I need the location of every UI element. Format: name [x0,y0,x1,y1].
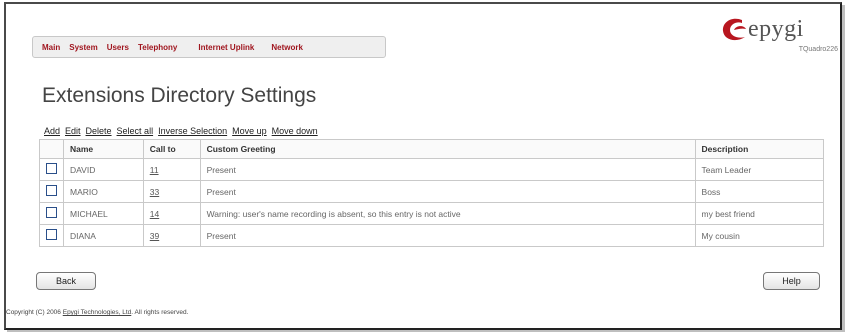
call-to-cell: 14 [142,202,201,225]
row-checkbox[interactable] [46,229,57,240]
back-button[interactable]: Back [36,272,96,290]
column-header-call-to: Call to [142,139,201,159]
menu-item-telephony[interactable]: Telephony [138,43,177,52]
call-to-cell: 39 [142,224,201,247]
select-all-link[interactable]: Select all [117,126,154,136]
table-row: DAVID 11 Present Team Leader [39,158,825,181]
column-header-description: Description [694,139,825,159]
table-header-row: Name Call to Custom Greeting Description [39,139,825,159]
name-cell: MICHAEL [63,202,144,225]
greeting-cell: Present [199,224,696,247]
menu-item-system[interactable]: System [69,43,97,52]
row-select-cell [39,202,64,225]
main-menu: Main System Users Telephony Internet Upl… [32,36,386,58]
page-title: Extensions Directory Settings [42,84,317,107]
greeting-cell: Warning: user's name recording is absent… [199,202,696,225]
description-cell: My cousin [694,224,825,247]
name-cell: DIANA [63,224,144,247]
help-button[interactable]: Help [763,272,820,290]
move-down-link[interactable]: Move down [272,126,318,136]
copyright-suffix: . All rights reserved. [131,309,189,316]
column-header-name: Name [63,139,144,159]
call-to-link[interactable]: 14 [150,209,159,219]
menu-item-internet-uplink[interactable]: Internet Uplink [198,43,254,52]
epygi-logo: epygi TQuadro226 [718,16,838,56]
app-frame: Main System Users Telephony Internet Upl… [4,2,842,330]
select-column-header [39,139,64,159]
name-cell: MARIO [63,180,144,203]
call-to-link[interactable]: 11 [150,165,159,175]
company-link[interactable]: Epygi Technologies, Ltd [63,309,132,316]
logo-wordmark: epygi [748,16,804,42]
delete-link[interactable]: Delete [86,126,112,136]
column-header-greeting: Custom Greeting [199,139,696,159]
description-cell: Boss [694,180,825,203]
menu-item-network[interactable]: Network [271,43,303,52]
action-bar: Add Edit Delete Select all Inverse Selec… [44,126,323,136]
device-model: TQuadro226 [798,46,838,53]
greeting-cell: Present [199,158,696,181]
row-select-cell [39,180,64,203]
description-cell: my best friend [694,202,825,225]
row-checkbox[interactable] [46,163,57,174]
add-link[interactable]: Add [44,126,60,136]
edit-link[interactable]: Edit [65,126,81,136]
copyright-notice: Copyright (C) 2006 Epygi Technologies, L… [6,309,188,316]
call-to-link[interactable]: 39 [150,231,159,241]
inverse-selection-link[interactable]: Inverse Selection [158,126,227,136]
menu-item-users[interactable]: Users [107,43,129,52]
row-checkbox[interactable] [46,185,57,196]
row-select-cell [39,158,64,181]
menu-item-main[interactable]: Main [42,43,60,52]
table-row: MARIO 33 Present Boss [39,180,825,203]
extensions-table: Name Call to Custom Greeting Description… [39,139,825,247]
call-to-link[interactable]: 33 [150,187,159,197]
move-up-link[interactable]: Move up [232,126,267,136]
table-row: DIANA 39 Present My cousin [39,224,825,247]
call-to-cell: 33 [142,180,201,203]
description-cell: Team Leader [694,158,825,181]
name-cell: DAVID [63,158,144,181]
table-row: MICHAEL 14 Warning: user's name recordin… [39,202,825,225]
row-checkbox[interactable] [46,207,57,218]
row-select-cell [39,224,64,247]
call-to-cell: 11 [142,158,201,181]
copyright-prefix: Copyright (C) 2006 [6,309,63,316]
greeting-cell: Present [199,180,696,203]
